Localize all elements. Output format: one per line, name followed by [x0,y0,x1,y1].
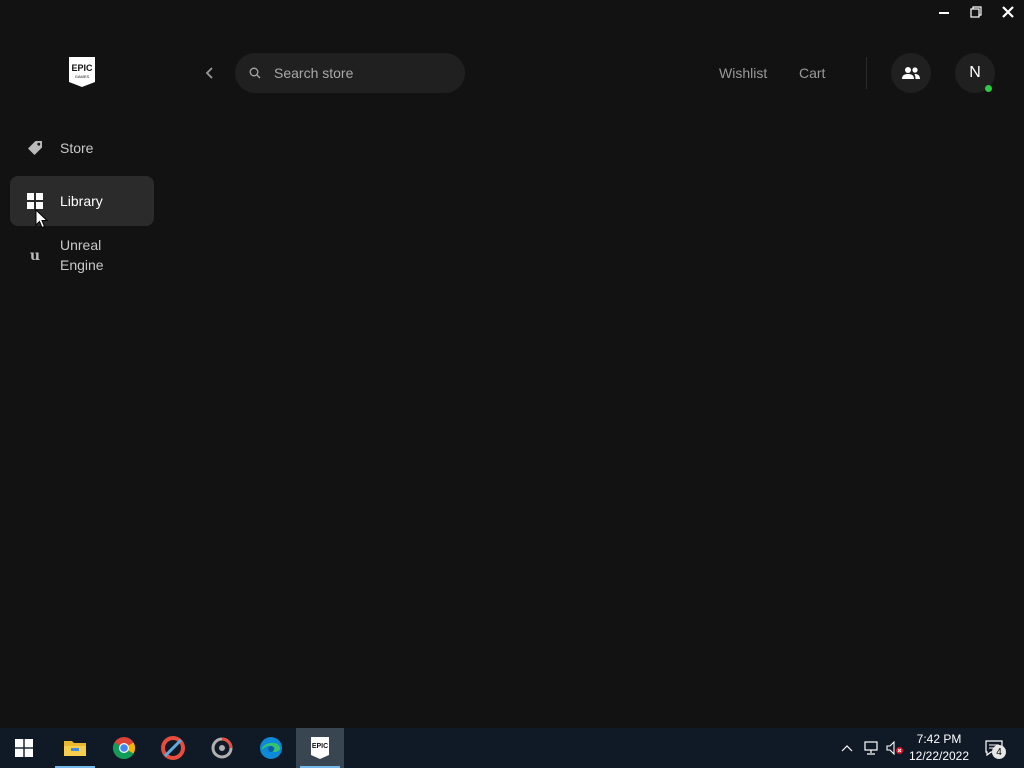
folder-icon [64,741,86,756]
close-button[interactable] [992,0,1024,24]
avatar-initial: N [969,64,981,81]
app-icon [211,737,233,759]
sidebar-item-label: Unreal Engine [60,237,104,273]
epic-games-launcher-window: EPIC GAMES Store Library u Unreal Engine… [0,0,1024,728]
notification-count-badge: 4 [992,745,1006,759]
search-input[interactable]: Search store [235,53,465,93]
sidebar-item-library[interactable]: Library [10,176,154,226]
close-icon [1002,6,1014,18]
sidebar-item-label: Library [60,193,103,209]
search-placeholder: Search store [274,65,354,81]
epic-games-icon: EPIC [311,737,329,759]
svg-text:u: u [30,248,40,263]
chevron-up-icon [841,745,853,752]
unreal-icon: u [26,246,44,264]
volume-muted-icon [886,741,903,755]
sidebar-item-store[interactable]: Store [10,128,154,168]
tag-icon [26,139,44,157]
ccleaner-icon [161,736,185,760]
clock-date: 12/22/2022 [908,749,970,763]
cart-link[interactable]: Cart [799,64,825,82]
restore-button[interactable] [960,0,992,24]
epic-games-logo[interactable]: EPIC GAMES [68,56,96,88]
wishlist-link[interactable]: Wishlist [719,64,767,82]
online-status-dot [985,85,992,92]
header-divider [866,57,867,89]
edge-icon [260,737,282,759]
svg-text:GAMES: GAMES [75,74,90,79]
tray-network[interactable] [860,728,882,768]
mouse-cursor-icon [35,209,49,229]
chevron-left-icon [205,67,213,79]
svg-text:EPIC: EPIC [71,63,93,73]
tray-volume[interactable] [884,728,906,768]
minimize-button[interactable] [928,0,960,24]
tray-overflow-button[interactable] [838,728,856,768]
taskbar-clock[interactable]: 7:42 PM 12/22/2022 [906,731,972,765]
clock-time: 7:42 PM [916,732,962,746]
window-controls [928,0,1024,24]
network-icon [864,741,878,755]
restore-icon [970,6,982,18]
sidebar-item-label: Store [60,140,94,156]
windows-icon [15,739,33,757]
sidebar-item-unreal-engine[interactable]: u Unreal Engine [10,230,154,280]
taskbar-file-explorer[interactable] [51,728,99,768]
chrome-icon [113,737,135,759]
svg-text:EPIC: EPIC [312,743,328,750]
start-button[interactable] [0,728,48,768]
friends-icon [902,67,920,79]
search-icon [248,66,262,80]
taskbar-ccleaner[interactable] [149,728,197,768]
friends-button[interactable] [891,53,931,93]
grid-icon [26,192,44,210]
taskbar-edge[interactable] [247,728,295,768]
taskbar-chrome[interactable] [100,728,148,768]
back-button[interactable] [199,63,219,83]
windows-taskbar: EPIC 7:42 PM 12/22/2022 [0,728,1024,768]
taskbar-epic-games[interactable]: EPIC [296,728,344,768]
taskbar-app[interactable] [198,728,246,768]
minimize-icon [939,12,949,14]
